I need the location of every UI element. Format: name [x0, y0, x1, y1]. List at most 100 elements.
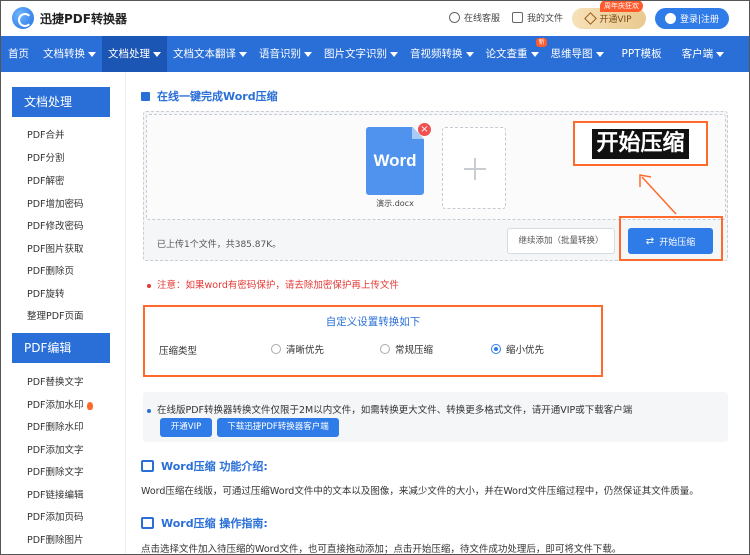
- nav-item-10[interactable]: 客户端: [674, 36, 733, 72]
- intro-heading: Word压缩 功能介绍:: [141, 458, 268, 474]
- logo-icon: [12, 7, 34, 29]
- sidebar-section-document-processing[interactable]: 文档处理: [12, 87, 110, 117]
- headset-icon: [449, 12, 460, 23]
- nav-item-label: 论文查重: [485, 48, 528, 60]
- sidebar-item-label: PDF删除水印: [27, 422, 84, 433]
- add-file-tile[interactable]: [442, 127, 506, 209]
- chevron-down-icon: [239, 51, 247, 57]
- limit-info-text: 在线版PDF转换器转换文件仅限于2M以内文件，如需转换更大文件、转换更多格式文件…: [157, 405, 633, 416]
- sidebar-item[interactable]: PDF链接编辑: [27, 487, 84, 501]
- guide-paragraph: 点击选择文件加入待压缩的Word文件，也可直接拖动添加；点击开始压缩，待文件成功…: [141, 544, 622, 555]
- radio-smallest-first[interactable]: 缩小优先: [491, 342, 544, 356]
- callout-arrow: [639, 174, 677, 215]
- customer-service-link[interactable]: 在线客服: [449, 11, 500, 24]
- sidebar-item-label: PDF删除文字: [27, 467, 84, 478]
- nav-item-8[interactable]: 思维导图: [545, 36, 610, 72]
- guide-title: Word压缩 操作指南:: [161, 517, 268, 530]
- sidebar-item[interactable]: PDF删除文字: [27, 464, 84, 478]
- continue-add-button[interactable]: 继续添加（批量转换）: [507, 228, 615, 254]
- diamond-icon: [584, 12, 598, 25]
- login-register-button[interactable]: 登录|注册: [655, 8, 729, 29]
- chevron-down-icon: [465, 51, 474, 57]
- nav-item-3[interactable]: 文档文本翻译: [167, 36, 253, 72]
- nav-item-label: PPT模板: [621, 48, 662, 60]
- sidebar-item[interactable]: PDF分割: [27, 150, 65, 164]
- sidebar-section-pdf-edit[interactable]: PDF编辑: [12, 333, 110, 363]
- logo[interactable]: 迅捷PDF转换器: [12, 7, 127, 29]
- notice-text: 注意：如果word有密码保护，请去除加密保护再上传文件: [157, 280, 399, 291]
- sidebar-item[interactable]: PDF删除图片: [27, 532, 84, 546]
- nav-item-label: 客户端: [681, 48, 714, 60]
- intro-title: Word压缩 功能介绍:: [161, 460, 268, 473]
- sidebar-item-label: PDF添加水印: [27, 400, 84, 411]
- nav-item-label: 图片文字识别: [324, 48, 387, 60]
- chevron-down-icon: [716, 51, 725, 57]
- settings-title: 自定义设置转换如下: [325, 316, 421, 328]
- page-title-text: 在线一键完成Word压缩: [157, 90, 278, 103]
- sidebar-item[interactable]: PDF添加文字: [27, 442, 84, 456]
- radio-circle: [380, 344, 390, 354]
- radio-normal-compress[interactable]: 常规压缩: [380, 342, 433, 356]
- radio-label: 常规压缩: [395, 345, 434, 356]
- sidebar-item[interactable]: PDF修改密码: [27, 218, 84, 232]
- remove-file-icon[interactable]: ×: [418, 123, 431, 136]
- custom-settings-panel: 自定义设置转换如下 压缩类型 清晰优先 常规压缩 缩小优先: [143, 305, 603, 377]
- sidebar-item[interactable]: PDF图片获取: [27, 241, 84, 255]
- uploaded-file-tile[interactable]: Word: [366, 127, 424, 195]
- sidebar-item[interactable]: PDF替换文字: [27, 374, 84, 388]
- user-icon: [664, 13, 676, 24]
- radio-circle: [271, 344, 281, 354]
- page-title: 在线一键完成Word压缩: [141, 88, 278, 104]
- chevron-down-icon: [595, 51, 604, 57]
- chevron-down-icon: [390, 51, 398, 57]
- nav-item-label: 语音识别: [259, 48, 301, 60]
- word-icon-text: Word: [373, 151, 417, 170]
- sidebar-item[interactable]: 整理PDF页面: [27, 308, 84, 322]
- nav-item-0[interactable]: 首页: [0, 36, 37, 72]
- nav-item-5[interactable]: 图片文字识别: [318, 36, 404, 72]
- radio-clarity-first[interactable]: 清晰优先: [271, 342, 324, 356]
- password-notice: 注意：如果word有密码保护，请去除加密保护再上传文件: [147, 277, 399, 291]
- sidebar-item-label: PDF添加页码: [27, 512, 84, 523]
- nav-item-label: 文档处理: [108, 48, 150, 60]
- my-files-label: 我的文件: [527, 14, 564, 24]
- open-vip-small-button[interactable]: 开通VIP: [160, 418, 212, 437]
- fire-icon: [86, 401, 93, 410]
- sidebar-item[interactable]: PDF解密: [27, 173, 65, 187]
- intro-paragraph: Word压缩在线版，可通过压缩Word文件中的文本以及图像，来减少文件的大小，并…: [141, 486, 699, 497]
- nav-item-label: 文档转换: [43, 48, 85, 60]
- customer-service-label: 在线客服: [464, 14, 501, 24]
- sidebar-item-label: PDF删除图片: [27, 535, 84, 546]
- sidebar-item[interactable]: PDF添加水印: [27, 397, 93, 411]
- sidebar-item[interactable]: PDF增加密码: [27, 196, 84, 210]
- start-compress-label: 开始压缩: [659, 237, 696, 248]
- title-square-icon: [141, 91, 150, 101]
- vip-promo-badge: 周年庆狂欢: [600, 0, 643, 12]
- nav-item-9[interactable]: PPT模板: [610, 36, 674, 72]
- sidebar-item-label: PDF链接编辑: [27, 490, 84, 501]
- guide-icon: [141, 517, 154, 529]
- chevron-down-icon: [88, 51, 96, 57]
- compress-type-label: 压缩类型: [159, 346, 198, 357]
- file-name: 演示.docx: [376, 199, 414, 208]
- nav-item-label: 思维导图: [550, 48, 593, 60]
- guide-heading: Word压缩 操作指南:: [141, 515, 268, 531]
- nav-item-label: 文档文本翻译: [173, 48, 236, 60]
- sidebar-item[interactable]: PDF合并: [27, 127, 65, 141]
- logo-text: 迅捷PDF转换器: [40, 11, 127, 26]
- nav-item-2[interactable]: 文档处理: [102, 36, 167, 72]
- nav-item-4[interactable]: 语音识别: [253, 36, 318, 72]
- nav-item-7[interactable]: 论文查重新: [480, 36, 547, 72]
- my-files-link[interactable]: 我的文件: [512, 11, 563, 24]
- nav-item-6[interactable]: 音视频转换: [404, 36, 480, 72]
- chevron-down-icon: [153, 51, 161, 57]
- download-client-button[interactable]: 下载迅捷PDF转换器客户端: [217, 418, 339, 437]
- sidebar-item[interactable]: PDF旋转: [27, 286, 65, 300]
- nav-item-1[interactable]: 文档转换: [37, 36, 102, 72]
- sidebar-item[interactable]: PDF添加页码: [27, 509, 84, 523]
- sidebar-item-label: PDF添加文字: [27, 445, 84, 456]
- start-compress-button[interactable]: ⇄ 开始压缩: [628, 228, 713, 254]
- sidebar: 文档处理 PDF编辑 PDF合并 PDF分割 PDF解密 PDF增加密码 PDF修改密码…: [0, 72, 126, 555]
- sidebar-item[interactable]: PDF删除水印: [27, 419, 84, 433]
- sidebar-item[interactable]: PDF删除页: [27, 263, 74, 277]
